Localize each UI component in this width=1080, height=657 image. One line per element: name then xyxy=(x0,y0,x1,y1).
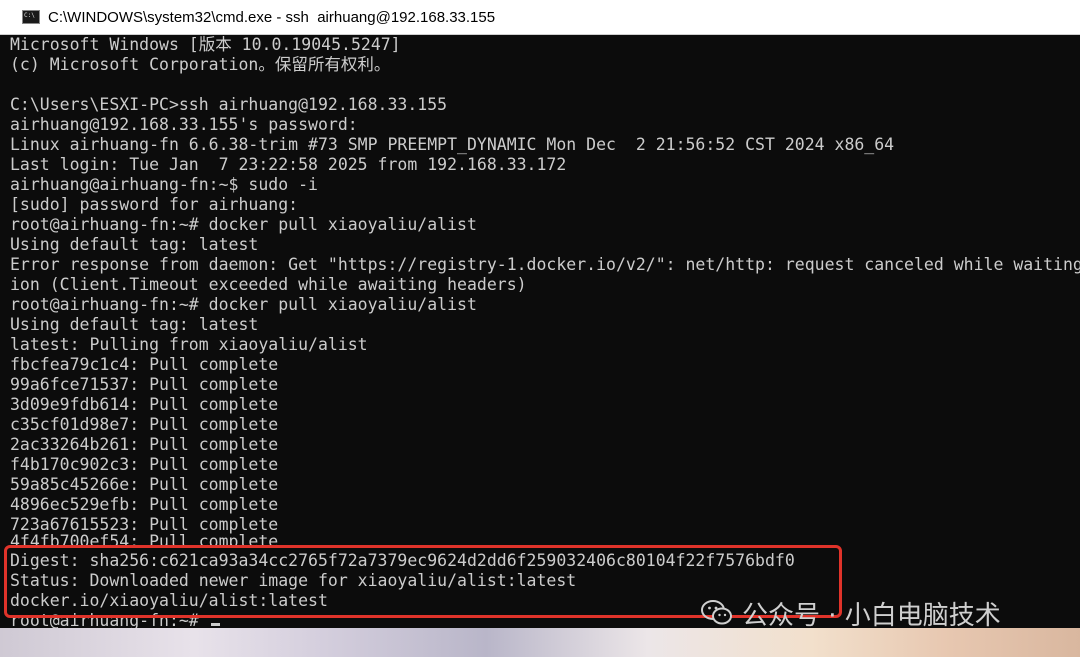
console-line: Using default tag: latest xyxy=(10,315,259,334)
console-line: (c) Microsoft Corporation。保留所有权利。 xyxy=(10,55,391,74)
console-line: 4896ec529efb: Pull complete xyxy=(10,495,279,514)
console-line: f4b170c902c3: Pull complete xyxy=(10,455,279,474)
desktop-background xyxy=(0,628,1080,657)
console-line: fbcfea79c1c4: Pull complete xyxy=(10,355,279,374)
console-line: 99a6fce71537: Pull complete xyxy=(10,375,279,394)
watermark: 公众号 · 小白电脑技术 xyxy=(700,596,1001,631)
console-line: latest: Pulling from xiaoyaliu/alist xyxy=(10,335,368,354)
console-line: 3d09e9fdb614: Pull complete xyxy=(10,395,279,414)
console-line: root@airhuang-fn:~# docker pull xiaoyali… xyxy=(10,295,477,314)
console-line: Using default tag: latest xyxy=(10,235,259,254)
cmd-icon xyxy=(22,10,40,24)
title-bar[interactable]: C:\WINDOWS\system32\cmd.exe - ssh airhua… xyxy=(0,0,1080,35)
console-line: Last login: Tue Jan 7 23:22:58 2025 from… xyxy=(10,155,567,174)
console-line: C:\Users\ESXI-PC>ssh airhuang@192.168.33… xyxy=(10,95,448,114)
console-line: root@airhuang-fn:~# docker pull xiaoyali… xyxy=(10,215,477,234)
console-line: 4f4fb700ef54: Pull complete xyxy=(10,532,279,546)
window-title: C:\WINDOWS\system32\cmd.exe - ssh airhua… xyxy=(48,8,496,26)
console-line: c35cf01d98e7: Pull complete xyxy=(10,415,279,434)
console-line: 59a85c45266e: Pull complete xyxy=(10,475,279,494)
console-line: 2ac33264b261: Pull complete xyxy=(10,435,279,454)
console-line: airhuang@192.168.33.155's password: xyxy=(10,115,358,134)
terminal-window: C:\WINDOWS\system32\cmd.exe - ssh airhua… xyxy=(0,0,1080,628)
console-line: ion (Client.Timeout exceeded while await… xyxy=(10,275,527,294)
text-cursor xyxy=(210,623,220,626)
console-line: airhuang@airhuang-fn:~$ sudo -i xyxy=(10,175,318,194)
console-output[interactable]: Microsoft Windows [版本 10.0.19045.5247] (… xyxy=(0,35,1080,628)
watermark-text: 公众号 · 小白电脑技术 xyxy=(742,600,1001,631)
console-line: Error response from daemon: Get "https:/… xyxy=(10,255,1080,274)
console-line: Microsoft Windows [版本 10.0.19045.5247] xyxy=(10,35,401,54)
console-line: [sudo] password for airhuang: xyxy=(10,195,299,214)
wechat-icon xyxy=(701,600,732,625)
console-line: Linux airhuang-fn 6.6.38-trim #73 SMP PR… xyxy=(10,135,895,154)
